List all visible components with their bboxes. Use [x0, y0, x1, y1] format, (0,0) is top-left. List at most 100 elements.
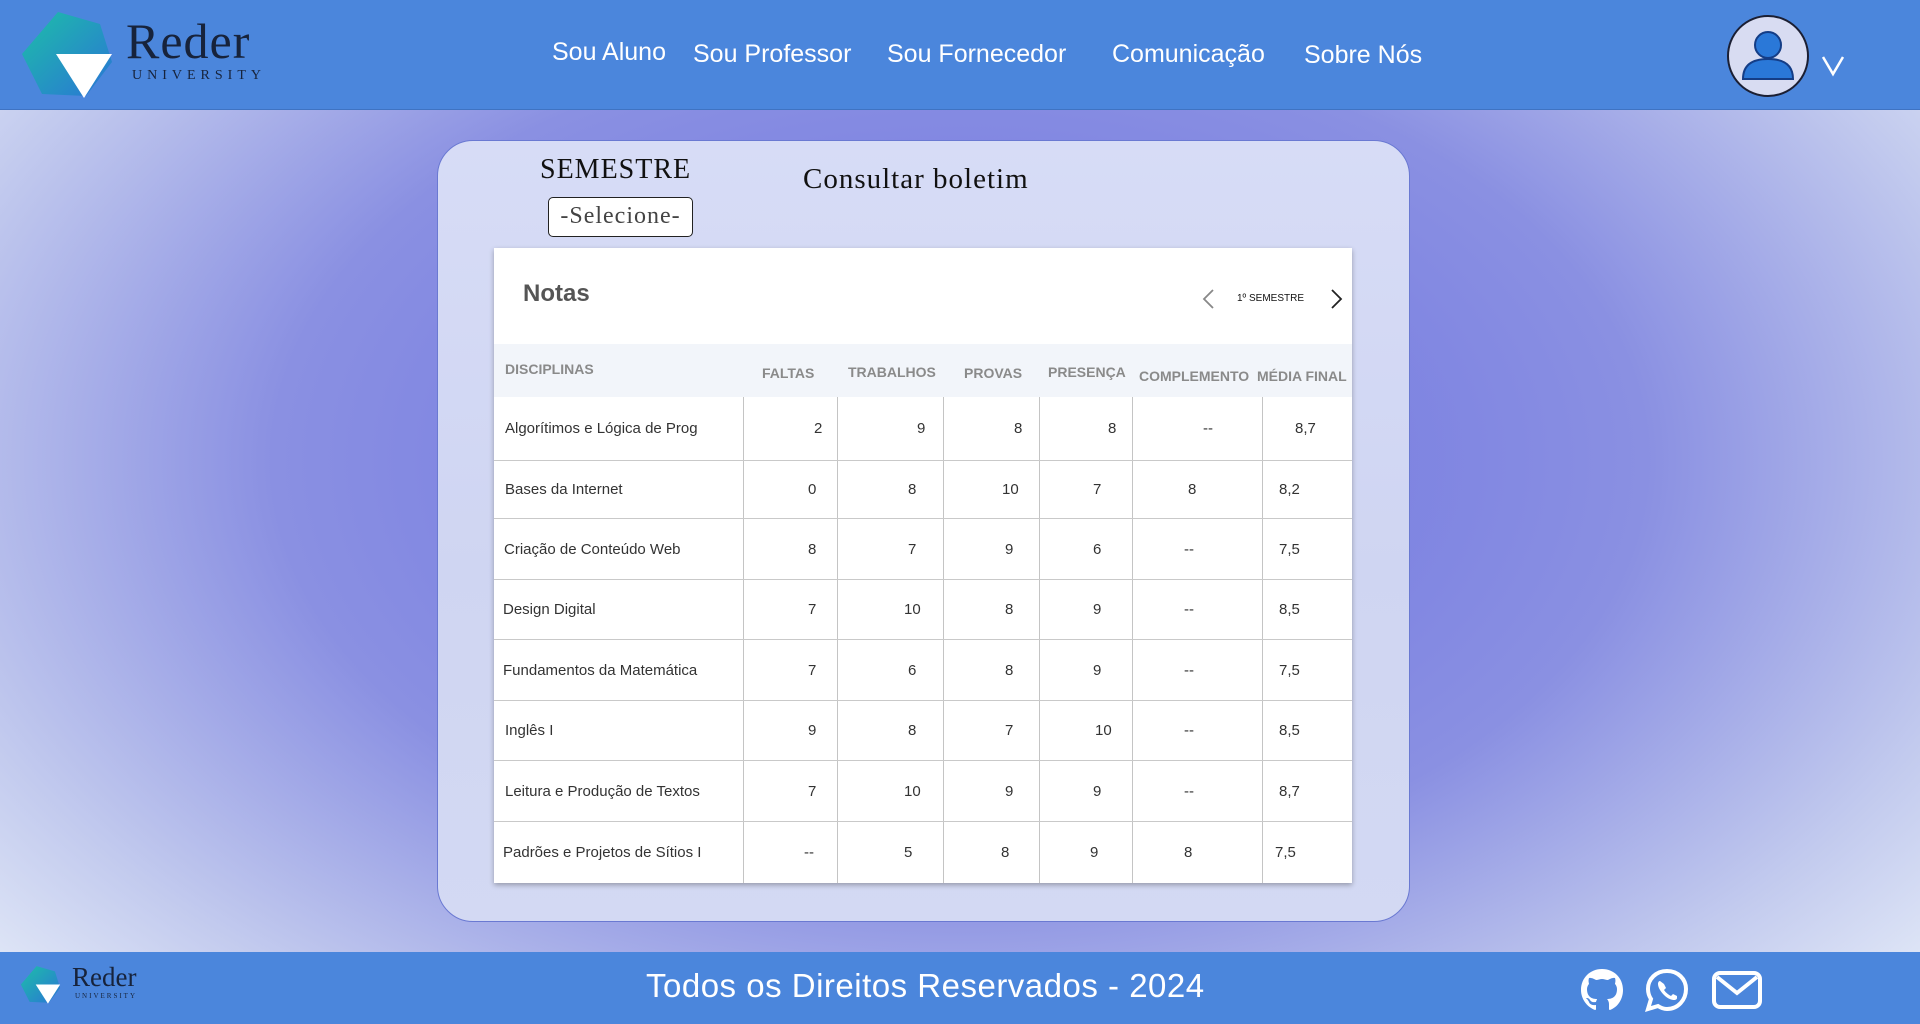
page-title: Consultar boletim — [803, 163, 1029, 195]
mail-icon[interactable] — [1711, 967, 1763, 1013]
cell-disciplina: Bases da Internet — [505, 481, 623, 498]
cell-disciplina: Design Digital — [503, 601, 596, 618]
table-row: Fundamentos da Matemática 7 6 8 9 -- 7,5 — [494, 640, 1352, 701]
cell-complemento: 8 — [1188, 481, 1197, 498]
nav-comunicacao[interactable]: Comunicação — [1112, 40, 1265, 69]
cell-complemento: -- — [1184, 722, 1194, 739]
cell-media: 8,7 — [1279, 782, 1300, 800]
cell-provas: 9 — [1005, 540, 1014, 558]
cell-faltas: 0 — [808, 481, 817, 498]
cell-faltas: 7 — [808, 601, 817, 618]
cell-presenca: 10 — [1095, 722, 1112, 739]
table-row: Design Digital 7 10 8 9 -- 8,5 — [494, 580, 1352, 640]
cell-presenca: 6 — [1093, 540, 1102, 558]
cell-presenca: 9 — [1090, 844, 1099, 861]
user-avatar[interactable] — [1727, 15, 1809, 97]
cell-faltas: -- — [804, 844, 814, 861]
cell-presenca: 9 — [1093, 782, 1102, 800]
cell-disciplina: Fundamentos da Matemática — [503, 661, 698, 679]
cell-disciplina: Criação de Conteúdo Web — [504, 540, 681, 558]
table-row: Algorítimos e Lógica de Prog 2 9 8 8 -- … — [494, 397, 1352, 461]
cell-presenca: 8 — [1108, 420, 1117, 437]
cell-media: 8,7 — [1295, 420, 1316, 437]
table-row: Leitura e Produção de Textos 7 10 9 9 --… — [494, 761, 1352, 822]
notas-title: Notas — [523, 280, 590, 307]
cell-provas: 9 — [1005, 782, 1014, 800]
chevron-down-icon[interactable] — [1820, 52, 1846, 78]
cell-trabalhos: 8 — [908, 481, 917, 498]
logo-text: Reder — [126, 13, 251, 69]
cell-provas: 7 — [1005, 722, 1014, 739]
cell-complemento: 8 — [1184, 844, 1193, 861]
reder-logo[interactable]: Reder UNIVERSITY — [20, 10, 270, 105]
cell-complemento: -- — [1184, 661, 1194, 679]
cell-disciplina: Algorítimos e Lógica de Prog — [505, 420, 698, 437]
cell-provas: 8 — [1014, 420, 1023, 437]
table-row: Inglês I 9 8 7 10 -- 8,5 — [494, 701, 1352, 761]
semestre-select[interactable]: -Selecione- — [548, 197, 693, 237]
nav-sou-aluno[interactable]: Sou Aluno — [552, 38, 666, 67]
cell-complemento: -- — [1184, 540, 1194, 558]
nav-sou-professor[interactable]: Sou Professor — [693, 40, 851, 69]
cell-media: 7,5 — [1279, 540, 1300, 558]
whatsapp-icon[interactable] — [1643, 967, 1691, 1013]
col-presenca: PRESENÇA — [1048, 364, 1126, 380]
cell-complemento: -- — [1203, 420, 1213, 437]
cell-provas: 8 — [1001, 844, 1010, 861]
cell-faltas: 2 — [814, 420, 823, 437]
cell-media: 7,5 — [1279, 661, 1300, 679]
cell-disciplina: Leitura e Produção de Textos — [505, 782, 700, 800]
footer-logo[interactable]: Reder UNIVERSITY — [20, 960, 150, 1016]
cell-trabalhos: 10 — [904, 601, 921, 618]
cell-trabalhos: 10 — [904, 782, 921, 800]
table-row: Criação de Conteúdo Web 8 7 9 6 -- 7,5 — [494, 519, 1352, 580]
nav-sou-fornecedor[interactable]: Sou Fornecedor — [887, 40, 1066, 69]
cell-media: 8,5 — [1279, 722, 1300, 739]
hexagon-logo-icon — [20, 966, 61, 1004]
footer-logo-text: Reder — [72, 962, 137, 992]
col-complemento: COMPLEMENTO — [1139, 368, 1250, 384]
table-header: DISCIPLINAS FALTAS TRABALHOS PROVAS PRES… — [494, 344, 1352, 397]
chevron-left-icon[interactable] — [1201, 288, 1217, 310]
semestre-label: SEMESTRE — [540, 154, 692, 185]
cell-trabalhos: 5 — [904, 844, 913, 861]
site-footer: Reder UNIVERSITY Todos os Direitos Reser… — [0, 952, 1920, 1024]
cell-media: 8,2 — [1279, 481, 1300, 498]
cell-faltas: 9 — [808, 722, 817, 739]
table-row: Bases da Internet 0 8 10 7 8 8,2 — [494, 461, 1352, 519]
col-disciplinas: DISCIPLINAS — [505, 361, 594, 377]
cell-provas: 10 — [1002, 481, 1019, 498]
notas-table-panel: Notas 1º SEMESTRE DISCIPLINAS FALTAS TRA… — [494, 248, 1352, 883]
cell-presenca: 9 — [1093, 601, 1102, 618]
chevron-right-icon[interactable] — [1328, 288, 1344, 310]
cell-trabalhos: 7 — [908, 540, 917, 558]
logo-subtitle: UNIVERSITY — [132, 68, 266, 83]
cell-media: 8,5 — [1279, 601, 1300, 618]
table-row: Padrões e Projetos de Sítios I -- 5 8 9 … — [494, 822, 1352, 883]
col-media-final: MÉDIA FINAL — [1257, 368, 1347, 384]
cell-presenca: 9 — [1093, 661, 1102, 679]
site-header: Reder UNIVERSITY Sou Aluno Sou Professor… — [0, 0, 1920, 110]
cell-trabalhos: 8 — [908, 722, 917, 739]
hexagon-logo-icon — [22, 12, 112, 98]
footer-logo-subtitle: UNIVERSITY — [75, 992, 137, 1000]
cell-complemento: -- — [1184, 782, 1194, 800]
cell-trabalhos: 6 — [908, 661, 917, 679]
user-avatar-icon — [1741, 31, 1795, 80]
col-provas: PROVAS — [964, 365, 1023, 381]
cell-faltas: 8 — [808, 540, 817, 558]
col-faltas: FALTAS — [762, 365, 815, 381]
copyright-text: Todos os Direitos Reservados - 2024 — [646, 967, 1205, 1004]
cell-faltas: 7 — [808, 782, 817, 800]
cell-disciplina: Padrões e Projetos de Sítios I — [503, 844, 702, 861]
cell-media: 7,5 — [1275, 844, 1296, 861]
cell-presenca: 7 — [1093, 481, 1102, 498]
col-trabalhos: TRABALHOS — [848, 364, 936, 380]
nav-sobre-nos[interactable]: Sobre Nós — [1304, 41, 1422, 70]
cell-provas: 8 — [1005, 661, 1014, 679]
current-semester: 1º SEMESTRE — [1237, 293, 1305, 304]
cell-complemento: -- — [1184, 601, 1194, 618]
github-icon[interactable] — [1578, 967, 1626, 1013]
cell-disciplina: Inglês I — [505, 722, 554, 739]
cell-provas: 8 — [1005, 601, 1014, 618]
